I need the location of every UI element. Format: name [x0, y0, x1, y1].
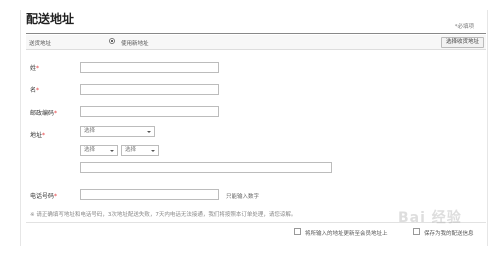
address-bar-label: 送货地址 — [29, 41, 52, 47]
select-existing-address-button[interactable]: 选择收货地址 — [440, 37, 484, 48]
last-name-input[interactable] — [80, 62, 219, 73]
last-name-label: 姓* — [30, 65, 40, 72]
baidu-watermark: Bai 经验 — [398, 210, 462, 226]
first-name-label: 名* — [30, 87, 40, 94]
page-title: 配送地址 — [26, 12, 75, 26]
new-address-radio[interactable] — [109, 38, 115, 44]
update-profile-checkbox[interactable] — [294, 228, 301, 235]
postcode-input[interactable] — [80, 106, 219, 117]
address-label: 地址* — [30, 132, 46, 139]
postcode-label: 邮政编码* — [30, 110, 58, 117]
new-address-option-label[interactable]: 使用新地址 — [121, 39, 149, 47]
chevron-down-icon — [147, 131, 151, 133]
delivery-notice: ※ 请正确填写地址和电话号码，3次地址配送失败，7天内电话无法接通，我们将按照本… — [30, 212, 297, 218]
required-star: * — [54, 193, 58, 200]
required-star: * — [36, 65, 40, 72]
city-select[interactable]: 选择 — [80, 145, 118, 156]
chevron-down-icon — [151, 150, 155, 152]
required-star: * — [36, 87, 40, 94]
save-address-checkbox[interactable] — [413, 228, 420, 235]
save-address-label: 保存为我的配送信息 — [424, 231, 474, 237]
required-star: * — [42, 132, 46, 139]
district-select[interactable]: 选择 — [121, 145, 159, 156]
province-select[interactable]: 选择 — [80, 126, 155, 137]
first-name-input[interactable] — [80, 84, 219, 95]
address-bar: 送货地址 使用新地址 选择收货地址 — [26, 35, 486, 50]
phone-input[interactable] — [80, 189, 219, 200]
title-divider — [26, 33, 486, 34]
update-profile-label: 将所输入的地址更新至会员地址上 — [305, 231, 388, 237]
chevron-down-icon — [110, 150, 114, 152]
phone-label: 电话号码* — [30, 193, 58, 200]
street-address-input[interactable] — [80, 162, 332, 173]
required-note: *必填项 — [454, 24, 474, 30]
phone-hint: 只能输入数字 — [226, 194, 260, 200]
required-star: * — [54, 110, 58, 117]
